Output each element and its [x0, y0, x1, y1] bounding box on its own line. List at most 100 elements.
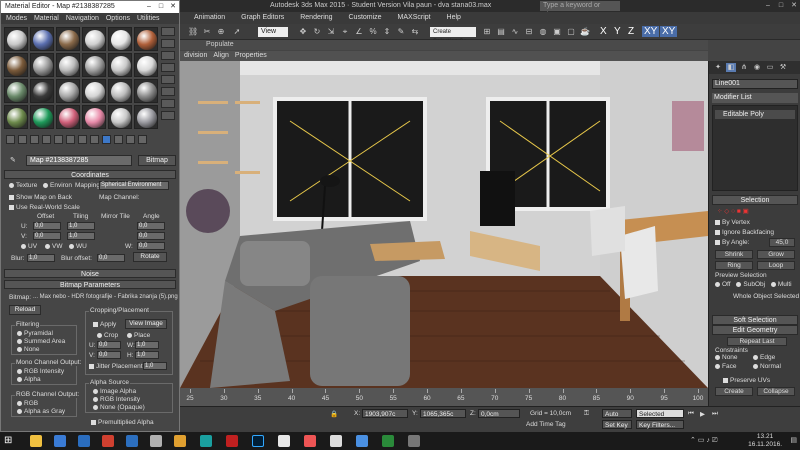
vertex-icon[interactable]: ⁘: [717, 208, 722, 215]
ie-icon[interactable]: [54, 435, 66, 447]
go-to-parent-icon[interactable]: [126, 135, 135, 144]
pyramidal-radio[interactable]: Pyramidal: [17, 330, 53, 337]
mat-close-button[interactable]: ✕: [167, 1, 179, 13]
chrome-icon[interactable]: [278, 435, 290, 447]
copy-material-icon[interactable]: [54, 135, 63, 144]
excel-icon[interactable]: [382, 435, 394, 447]
edit-geometry-rollout[interactable]: Edit Geometry: [712, 325, 798, 335]
file-explorer-icon[interactable]: [30, 435, 42, 447]
bitmap-path-button[interactable]: ... Max nebo - HDR fotografije - Fabrika…: [33, 294, 178, 300]
select-icon[interactable]: ➚: [232, 27, 242, 37]
preview-multi-radio[interactable]: [770, 281, 776, 287]
autocad-icon[interactable]: [226, 435, 238, 447]
sample-slot[interactable]: [30, 79, 54, 103]
rotate-button[interactable]: Rotate: [133, 252, 167, 262]
selection-rollout[interactable]: Selection: [712, 195, 798, 205]
mat-menu-utilities[interactable]: Utilities: [137, 15, 160, 22]
unlink-icon[interactable]: ✂: [202, 27, 212, 37]
image-alpha-radio[interactable]: Image Alpha: [93, 388, 136, 395]
auto-key-button[interactable]: Auto Key: [602, 409, 632, 427]
mat-menu-navigation[interactable]: Navigation: [66, 15, 99, 22]
put-to-library-icon[interactable]: [78, 135, 87, 144]
notifications-icon[interactable]: ▤: [790, 436, 797, 444]
goto-end-icon[interactable]: ⏭: [712, 410, 718, 418]
shrink-button[interactable]: Shrink: [715, 250, 753, 259]
create-button[interactable]: Create: [715, 387, 753, 396]
noise-rollout[interactable]: Noise: [4, 269, 176, 278]
loop-button[interactable]: Loop: [757, 261, 795, 270]
add-time-tag-label[interactable]: Add Time Tag: [526, 421, 566, 428]
word-icon[interactable]: [78, 435, 90, 447]
element-icon[interactable]: ▣: [743, 208, 749, 215]
axis-xy-button[interactable]: XY: [642, 26, 660, 37]
v-tiling-spinner[interactable]: 1,0: [67, 232, 95, 240]
ignore-backfacing-checkbox[interactable]: Ignore Backfacing: [715, 229, 774, 236]
utilities-tab-icon[interactable]: ⚒: [778, 63, 788, 72]
menu-maxscript[interactable]: MAXScript: [398, 14, 431, 21]
soft-selection-rollout[interactable]: Soft Selection: [712, 315, 798, 325]
outlook-icon[interactable]: [126, 435, 138, 447]
options-icon[interactable]: [161, 99, 175, 108]
sample-slot[interactable]: [82, 79, 106, 103]
mono-rgb-intensity-radio[interactable]: RGB Intensity: [17, 368, 64, 375]
sample-slot[interactable]: [56, 105, 80, 129]
tab-align[interactable]: Align: [213, 52, 229, 59]
schematic-icon[interactable]: ⊟: [524, 27, 534, 37]
edge-icon[interactable]: ◇: [724, 208, 729, 215]
make-unique-icon[interactable]: [66, 135, 75, 144]
sample-slot[interactable]: [134, 53, 158, 77]
show-end-result-icon[interactable]: [114, 135, 123, 144]
link-icon[interactable]: ⛓: [188, 27, 198, 37]
alpha-rgb-intensity-radio[interactable]: RGB Intensity: [93, 396, 140, 403]
sample-type-icon[interactable]: [161, 27, 175, 36]
tray-icons[interactable]: ⌃ ▭ ♪ ⎚: [690, 436, 717, 445]
use-real-world-scale-checkbox[interactable]: Use Real-World Scale: [9, 204, 80, 211]
environ-radio[interactable]: Environ: [43, 182, 72, 189]
v-offset-spinner[interactable]: 0,0: [33, 232, 61, 240]
sample-slot[interactable]: [56, 53, 80, 77]
view-image-button[interactable]: View Image: [125, 319, 167, 329]
show-map-icon[interactable]: [102, 135, 111, 144]
sample-slot[interactable]: [82, 27, 106, 51]
photoshop-icon[interactable]: [252, 435, 264, 447]
lock-icon[interactable]: 🔒: [330, 410, 338, 418]
material-id-icon[interactable]: [90, 135, 99, 144]
reload-button[interactable]: Reload: [9, 305, 41, 315]
hierarchy-tab-icon[interactable]: ⋔: [739, 63, 749, 72]
by-angle-spinner[interactable]: 45,0: [769, 238, 795, 247]
modify-tab-icon[interactable]: ◧: [726, 63, 736, 72]
crop-v-spinner[interactable]: 0,0: [97, 351, 121, 359]
repeat-last-button[interactable]: Repeat Last: [727, 337, 787, 346]
crop-radio[interactable]: Crop: [97, 332, 118, 339]
percent-snap-icon[interactable]: %: [368, 27, 378, 37]
constraint-normal-radio[interactable]: Normal: [753, 363, 781, 370]
constraint-edge-radio[interactable]: Edge: [753, 354, 775, 361]
selected-dropdown[interactable]: Selected: [636, 409, 684, 418]
stack-item-editable-poly[interactable]: Editable Poly: [715, 110, 795, 119]
sample-slot[interactable]: [108, 53, 132, 77]
reset-map-icon[interactable]: [42, 135, 51, 144]
create-tab-icon[interactable]: ✦: [713, 63, 723, 72]
preview-subobj-radio[interactable]: [736, 281, 742, 287]
sample-slot[interactable]: [4, 79, 28, 103]
get-material-icon[interactable]: [6, 135, 15, 144]
sample-slot[interactable]: [82, 105, 106, 129]
app-icon[interactable]: [408, 435, 420, 447]
mat-menu-material[interactable]: Material: [34, 15, 59, 22]
key-filters-button[interactable]: Key Filters...: [636, 420, 684, 429]
u-tiling-spinner[interactable]: 1,0: [67, 222, 95, 230]
snap-icon[interactable]: ⌖: [340, 27, 350, 37]
axis-z-button[interactable]: Z: [628, 26, 634, 37]
material-editor-icon[interactable]: ◍: [538, 27, 548, 37]
tab-properties[interactable]: Properties: [235, 52, 267, 59]
filtering-none-radio[interactable]: None: [17, 346, 40, 353]
border-icon[interactable]: ○: [731, 208, 735, 215]
sample-slot[interactable]: [134, 105, 158, 129]
mat-minimize-button[interactable]: –: [143, 1, 155, 13]
set-key-button[interactable]: Set Key: [602, 420, 632, 429]
skype-icon[interactable]: [356, 435, 368, 447]
goto-start-icon[interactable]: ⏮: [688, 410, 694, 418]
mapping-dropdown[interactable]: Spherical Environment: [99, 181, 169, 190]
sample-slot[interactable]: [82, 53, 106, 77]
minimize-button[interactable]: –: [762, 0, 774, 12]
